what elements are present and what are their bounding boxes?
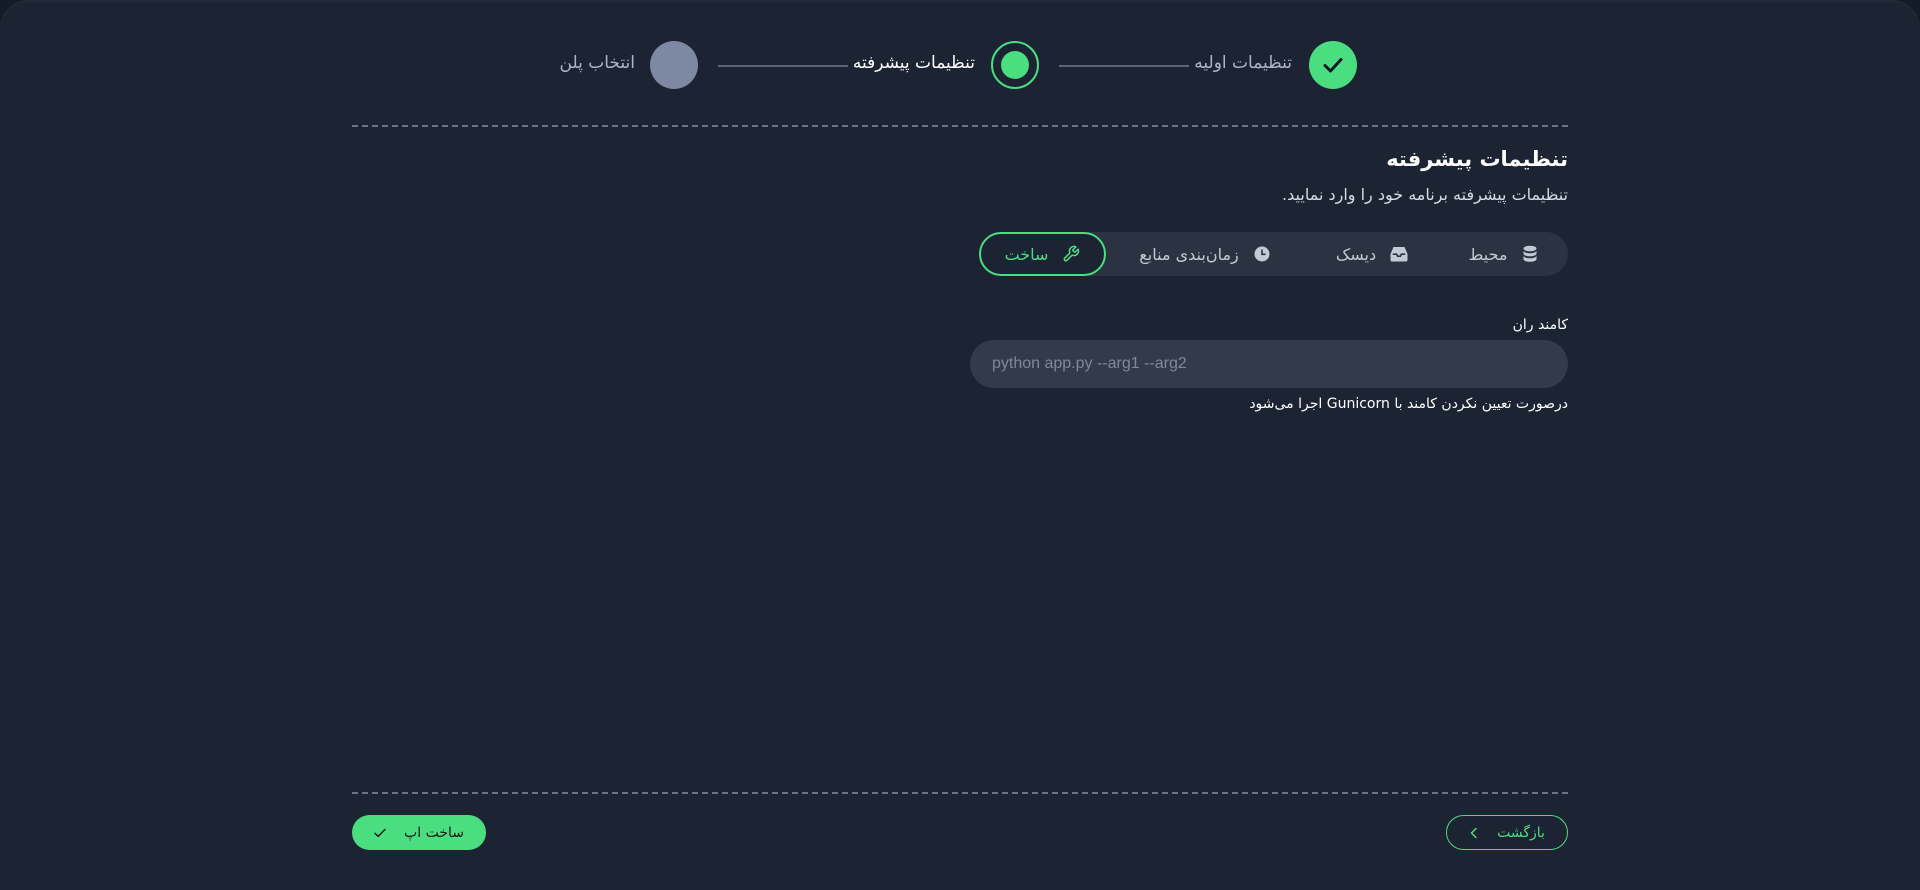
step-connector [1059, 65, 1189, 67]
settings-tabs: محیط دیسک زمان‌بندی منابع [979, 232, 1568, 276]
stepper: تنظیمات اولیه تنظیمات پیشرفته انتخاب پلن [0, 41, 1920, 91]
step-done-indicator [1309, 41, 1357, 89]
inbox-icon [1390, 245, 1408, 263]
database-icon [1521, 245, 1539, 263]
run-command-hint: درصورت تعیین نکردن کامند با Gunicorn اجر… [1249, 396, 1568, 412]
create-label: ساخت اپ [404, 824, 464, 841]
divider [352, 792, 1568, 794]
step-label-plan: انتخاب پلن [559, 53, 635, 73]
check-icon [374, 828, 386, 837]
step-label-advanced: تنظیمات پیشرفته [852, 53, 975, 73]
tab-label: محیط [1468, 244, 1508, 264]
tab-label: زمان‌بندی منابع [1139, 244, 1239, 264]
tab-disk[interactable]: دیسک [1304, 232, 1440, 276]
page-title: تنظیمات پیشرفته [1386, 147, 1568, 171]
run-command-label: کامند ران [1512, 317, 1568, 333]
tab-label: دیسک [1335, 244, 1377, 264]
page-subtitle: تنظیمات پیشرفته برنامه خود را وارد نمایی… [1282, 185, 1568, 204]
tab-label: ساخت [1004, 244, 1049, 264]
step-connector [718, 65, 848, 67]
create-app-button[interactable]: ساخت اپ [352, 815, 486, 850]
divider [352, 125, 1568, 127]
wrench-icon [1062, 245, 1080, 263]
check-icon [1323, 58, 1343, 73]
clock-icon [1253, 245, 1271, 263]
app-frame: تنظیمات اولیه تنظیمات پیشرفته انتخاب پلن… [0, 0, 1920, 890]
run-command-input[interactable] [970, 340, 1568, 388]
tab-build[interactable]: ساخت [979, 232, 1106, 276]
step-label-basic: تنظیمات اولیه [1194, 53, 1292, 73]
back-button[interactable]: بازگشت [1446, 815, 1568, 850]
active-dot [1001, 51, 1029, 79]
step-pending-indicator [650, 41, 698, 89]
back-label: بازگشت [1497, 824, 1545, 841]
chevron-left-icon [1470, 827, 1477, 838]
step-active-indicator [991, 41, 1039, 89]
tab-resource-scheduling[interactable]: زمان‌بندی منابع [1106, 232, 1304, 276]
tab-environment[interactable]: محیط [1440, 232, 1568, 276]
